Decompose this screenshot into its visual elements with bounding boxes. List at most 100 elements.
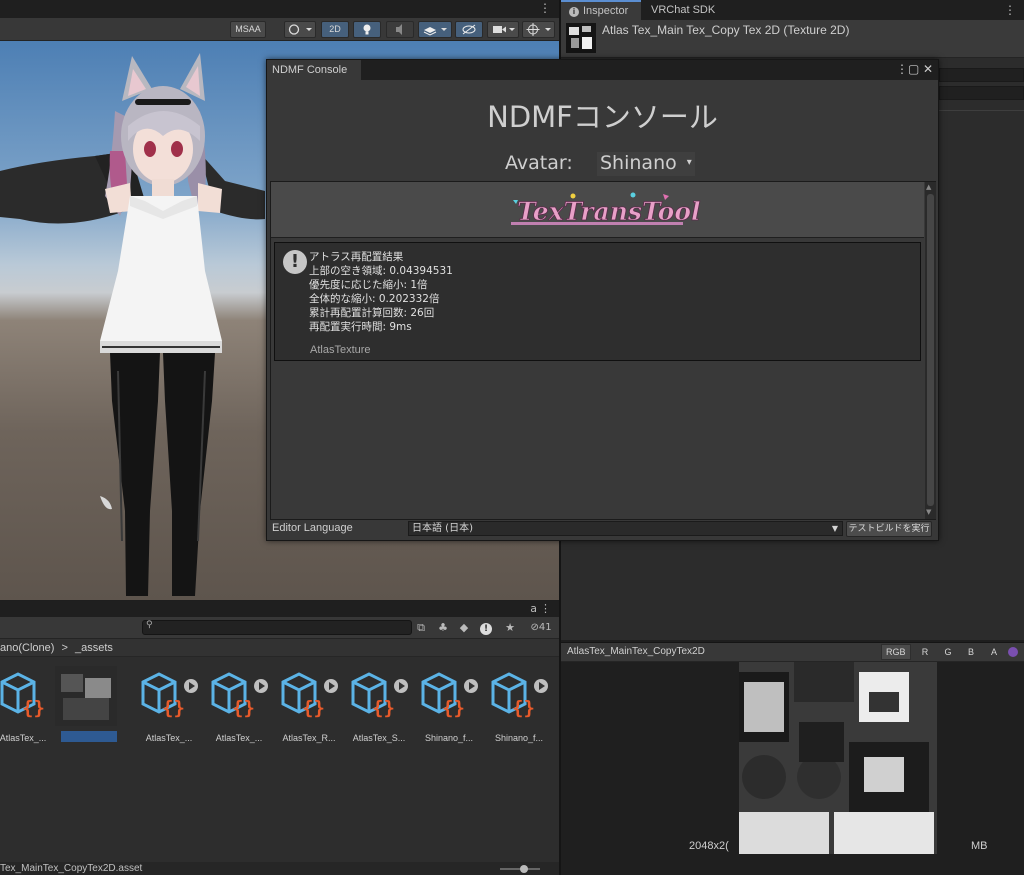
breadcrumb-separator: > <box>61 642 68 654</box>
asset-item[interactable]: {} AtlasTex_R... <box>278 666 338 746</box>
asset-label: AtlasTex_... <box>215 733 263 743</box>
audio-toggle-button[interactable] <box>386 21 414 38</box>
log-message[interactable]: ! アトラス再配置結果 上部の空き領域: 0.04394531 優先度に応じた縮… <box>274 242 921 361</box>
asset-label <box>61 731 117 742</box>
icon-size-slider[interactable] <box>500 865 540 873</box>
texture-thumbnail <box>566 23 596 53</box>
filter-icon[interactable]: ♣ <box>435 620 451 636</box>
language-label: Editor Language <box>272 522 353 534</box>
channel-r-button[interactable]: R <box>916 644 934 660</box>
inspector-title: Atlas Tex_Main Tex_Copy Tex 2D (Texture … <box>602 23 850 37</box>
textranstool-banner: TexTransTool <box>271 182 924 238</box>
svg-text:{}: {} <box>512 697 535 719</box>
scroll-down-icon[interactable]: ▼ <box>926 508 931 516</box>
vertical-scrollbar[interactable]: ▲ ▼ <box>925 182 936 519</box>
warning-filter-icon[interactable]: ! <box>478 620 494 636</box>
test-build-button[interactable]: テストビルドを実行 <box>846 521 932 537</box>
textranstool-logo: TexTransTool <box>511 192 701 226</box>
2d-toggle-button[interactable]: 2D <box>321 21 349 38</box>
effects-dropdown[interactable] <box>418 21 452 38</box>
tab-vrchat-sdk[interactable]: VRChat SDK <box>643 0 723 20</box>
shading-mode-dropdown[interactable] <box>284 21 316 38</box>
warning-icon: ! <box>283 250 307 274</box>
project-search-input[interactable]: ⚲ <box>142 620 412 635</box>
scriptable-object-icon: {} <box>211 672 268 719</box>
scene-toolbar: MSAA 2D <box>0 18 559 41</box>
tab-inspector[interactable]: i Inspector <box>561 0 641 20</box>
texture-preview-panel: AtlasTex_MainTex_CopyTex2D RGB R G B A 2… <box>561 642 1024 875</box>
console-footer: Editor Language 日本語 (日本) ▼ テストビルドを実行 <box>267 520 938 540</box>
tag-icon[interactable]: ◆ <box>456 620 472 636</box>
asset-label: Shinano_f... <box>424 733 474 743</box>
hidden-count: 41 <box>538 622 552 633</box>
scriptable-object-icon: {} <box>421 672 478 719</box>
selected-asset-path: Tex_MainTex_CopyTex2D.asset <box>0 863 143 874</box>
channel-rgb-button[interactable]: RGB <box>881 644 911 660</box>
asset-label: Shinano_f... <box>494 733 544 743</box>
inspector-tab-bar: i Inspector VRChat SDK ⋮ <box>561 0 1024 20</box>
message-line: 再配置実行時間: 9ms <box>309 321 412 333</box>
svg-text:{}: {} <box>162 697 185 719</box>
scrollbar-thumb[interactable] <box>927 194 934 506</box>
camera-dropdown[interactable] <box>487 21 519 38</box>
channel-a-button[interactable]: A <box>985 644 1003 660</box>
more-options-icon[interactable]: ⋮ <box>540 602 551 615</box>
channel-b-button[interactable]: B <box>962 644 980 660</box>
info-icon: i <box>569 7 579 17</box>
message-title: アトラス再配置結果 <box>309 251 404 263</box>
texture-thumbnail <box>55 666 117 726</box>
close-icon[interactable]: ✕ <box>923 62 933 76</box>
preview-toolbar: AtlasTex_MainTex_CopyTex2D RGB R G B A <box>561 643 1024 662</box>
gizmos-dropdown[interactable] <box>522 21 555 38</box>
breadcrumb-item-parent[interactable]: ano(Clone) <box>0 642 54 654</box>
channel-g-button[interactable]: G <box>939 644 957 660</box>
texture-resolution: 2048x2( <box>689 840 729 852</box>
color-space-icon[interactable] <box>1008 647 1018 657</box>
breadcrumb-item-current[interactable]: _assets <box>75 642 113 654</box>
ndmf-console-window: NDMF Console ⋮ ▢ ✕ NDMFコンソール Avatar: Shi… <box>266 59 939 541</box>
asset-item-selected[interactable] <box>55 666 117 746</box>
asset-label: AtlasTex_... <box>0 733 47 743</box>
more-options-icon[interactable]: ⋮ <box>539 1 551 15</box>
divider <box>939 110 1024 111</box>
asset-item[interactable]: {} Shinano_f... <box>418 666 478 746</box>
asset-item[interactable]: {} AtlasTex_... <box>208 666 268 746</box>
chevron-down-icon: ▾ <box>686 157 692 168</box>
asset-label: AtlasTex_R... <box>282 733 336 743</box>
project-tab-bar: a ⋮ <box>0 601 559 617</box>
asset-item[interactable]: {} AtlasTex_... <box>0 666 52 746</box>
slider-handle[interactable] <box>520 865 528 873</box>
asset-item[interactable]: {} AtlasTex_... <box>138 666 198 746</box>
asset-label: AtlasTex_S... <box>352 733 406 743</box>
preview-title: AtlasTex_MainTex_CopyTex2D <box>567 646 705 657</box>
scene-visibility-toggle-button[interactable] <box>455 21 483 38</box>
property-field[interactable] <box>939 68 1024 82</box>
msaa-button[interactable]: MSAA <box>230 21 266 38</box>
layers-icon <box>423 27 447 36</box>
asset-item[interactable]: {} AtlasTex_S... <box>348 666 408 746</box>
more-options-icon[interactable]: ⋮ <box>896 62 908 76</box>
message-line: 累計再配置計算回数: 26回 <box>309 307 435 319</box>
scriptable-object-icon: {} <box>491 672 548 719</box>
maximize-icon[interactable]: ▢ <box>908 62 919 76</box>
search-by-type-icon[interactable]: ⧉ <box>413 620 429 636</box>
eye-slash-icon <box>462 24 476 35</box>
svg-text:{}: {} <box>302 697 325 719</box>
tab-ndmf-console[interactable]: NDMF Console <box>267 60 361 80</box>
avatar-dropdown[interactable]: Shinano ▾ <box>597 152 695 176</box>
language-dropdown[interactable]: 日本語 (日本) ▼ <box>408 521 843 536</box>
avatar-dropdown-value: Shinano <box>600 152 677 174</box>
asset-grid: {} AtlasTex_... {} AtlasTex_... {} Atlas… <box>0 658 559 864</box>
ndmf-tab-bar: NDMF Console ⋮ ▢ ✕ <box>267 60 938 80</box>
favorite-star-icon[interactable]: ★ <box>502 620 518 636</box>
scroll-up-icon[interactable]: ▲ <box>926 183 931 191</box>
property-field[interactable] <box>939 86 1024 100</box>
lighting-toggle-button[interactable] <box>353 21 381 38</box>
more-options-icon[interactable]: ⋮ <box>1004 3 1016 17</box>
scene-tab-bar: ⋮ <box>0 0 559 18</box>
asset-item[interactable]: {} Shinano_f... <box>488 666 548 746</box>
hidden-packages-toggle[interactable]: ⊘41 <box>524 620 558 636</box>
console-log-area: TexTransTool ! アトラス再配置結果 上部の空き領域: 0.0439… <box>270 181 936 520</box>
scriptable-object-icon: {} <box>141 672 198 719</box>
lock-icon[interactable]: a <box>530 602 537 615</box>
